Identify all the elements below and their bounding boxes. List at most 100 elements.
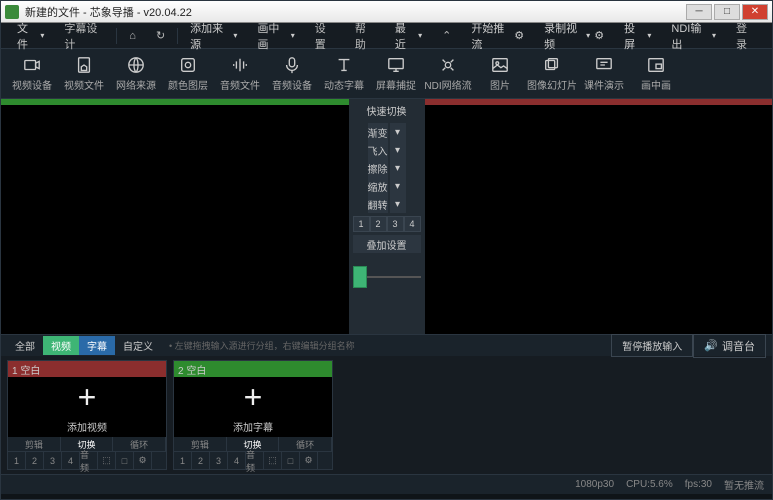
transition-slider[interactable] bbox=[353, 262, 421, 292]
src-btm-⚙[interactable]: ⚙ bbox=[134, 452, 152, 469]
src-btm-1[interactable]: 1 bbox=[8, 452, 26, 469]
audio-icon bbox=[231, 56, 249, 74]
preset-2[interactable]: 2 bbox=[370, 216, 387, 232]
status-resolution: 1080p30 bbox=[575, 479, 614, 490]
tool-screen[interactable]: 屏幕捕捉 bbox=[371, 51, 421, 97]
status-fps: fps:30 bbox=[685, 479, 712, 490]
overlay-settings-button[interactable]: 叠加设置 bbox=[353, 235, 421, 253]
menu-ndi[interactable]: NDI输出▾ bbox=[661, 23, 726, 48]
src-btm-2[interactable]: 2 bbox=[192, 452, 210, 469]
tab-hint: • 左键拖拽输入源进行分组，右键编辑分组名称 bbox=[169, 339, 355, 352]
transition-擦除[interactable]: 擦除 bbox=[368, 159, 388, 177]
src-ctrl-循环[interactable]: 循环 bbox=[113, 437, 166, 451]
program-pane[interactable] bbox=[425, 99, 773, 334]
menu-cast[interactable]: 投屏▾ bbox=[614, 23, 661, 48]
status-cpu: CPU:5.6% bbox=[626, 479, 673, 490]
camera-icon bbox=[23, 56, 41, 74]
tool-camera[interactable]: 视频设备 bbox=[7, 51, 57, 97]
src-btm-3[interactable]: 3 bbox=[210, 452, 228, 469]
sources-panel: 1 空白+添加视频剪辑切换循环1234音频⬚□⚙2 空白+添加字幕剪辑切换循环1… bbox=[1, 356, 772, 474]
preset-1[interactable]: 1 bbox=[353, 216, 370, 232]
menu-login[interactable]: 登录 bbox=[726, 23, 766, 48]
tool-pip[interactable]: 画中画 bbox=[631, 51, 681, 97]
transition-缩放-dropdown[interactable]: ▾ bbox=[390, 177, 406, 195]
menu-refresh[interactable]: ↻ bbox=[146, 23, 175, 48]
src-btm-⬚[interactable]: ⬚ bbox=[98, 452, 116, 469]
menu-subtitle-design[interactable]: 字幕设计 bbox=[54, 23, 114, 48]
window-title: 新建的文件 - 芯象导播 - v20.04.22 bbox=[25, 4, 684, 20]
transition-渐变-dropdown[interactable]: ▾ bbox=[390, 123, 406, 141]
ppt-icon bbox=[595, 56, 613, 74]
transition-翻转[interactable]: 翻转 bbox=[368, 195, 388, 213]
plus-icon: + bbox=[78, 381, 97, 413]
tab-video[interactable]: 视频 bbox=[43, 336, 79, 355]
menu-start-stream[interactable]: 开始推流⚙ bbox=[461, 23, 534, 48]
maximize-button[interactable]: □ bbox=[714, 4, 740, 20]
src-ctrl-循环[interactable]: 循环 bbox=[279, 437, 332, 451]
mixer-button[interactable]: 🔊调音台 bbox=[693, 334, 766, 358]
transition-渐变[interactable]: 渐变 bbox=[368, 123, 388, 141]
transition-缩放[interactable]: 缩放 bbox=[368, 177, 388, 195]
src-ctrl-剪辑[interactable]: 剪辑 bbox=[174, 437, 227, 451]
menu-add-source[interactable]: 添加来源▾ bbox=[180, 23, 247, 48]
status-stream: 暂无推流 bbox=[724, 477, 764, 492]
menu-home[interactable]: ⌂ bbox=[119, 23, 146, 48]
menu-file[interactable]: 文件▾ bbox=[7, 23, 54, 48]
src-btm-□[interactable]: □ bbox=[116, 452, 134, 469]
plus-icon: + bbox=[244, 381, 263, 413]
minimize-button[interactable]: ─ bbox=[686, 4, 712, 20]
src-btm-3[interactable]: 3 bbox=[44, 452, 62, 469]
src-btm-⬚[interactable]: ⬚ bbox=[264, 452, 282, 469]
tool-mic[interactable]: 音频设备 bbox=[267, 51, 317, 97]
src-btm-1[interactable]: 1 bbox=[174, 452, 192, 469]
menu-more[interactable]: ⌃ bbox=[432, 23, 461, 48]
tab-all[interactable]: 全部 bbox=[7, 336, 43, 355]
source-tabs: 全部 视频 字幕 自定义 • 左键拖拽输入源进行分组，右键编辑分组名称 暂停播放… bbox=[1, 334, 772, 356]
tool-ndi[interactable]: NDI网络流 bbox=[423, 51, 473, 97]
menu-settings[interactable]: 设置 bbox=[305, 23, 345, 48]
preset-4[interactable]: 4 bbox=[404, 216, 421, 232]
image-icon bbox=[491, 56, 509, 74]
tab-subtitle[interactable]: 字幕 bbox=[79, 336, 115, 355]
menu-help[interactable]: 帮助 bbox=[345, 23, 385, 48]
color-icon bbox=[179, 56, 197, 74]
transition-擦除-dropdown[interactable]: ▾ bbox=[390, 159, 406, 177]
ndi-icon bbox=[439, 56, 457, 74]
transition-飞入-dropdown[interactable]: ▾ bbox=[390, 141, 406, 159]
src-btm-2[interactable]: 2 bbox=[26, 452, 44, 469]
tool-color[interactable]: 颜色图层 bbox=[163, 51, 213, 97]
tool-image[interactable]: 图片 bbox=[475, 51, 525, 97]
close-button[interactable]: ✕ bbox=[742, 4, 768, 20]
source-add[interactable]: +添加视频 bbox=[8, 377, 166, 437]
menu-record[interactable]: 录制视频▾⚙ bbox=[534, 23, 614, 48]
tab-custom[interactable]: 自定义 bbox=[115, 336, 161, 355]
screen-icon bbox=[387, 56, 405, 74]
tool-audio[interactable]: 音频文件 bbox=[215, 51, 265, 97]
src-btm-音频[interactable]: 音频 bbox=[246, 452, 264, 469]
source-header: 1 空白 bbox=[8, 361, 166, 377]
app-icon bbox=[5, 5, 19, 19]
tool-globe[interactable]: 网络来源 bbox=[111, 51, 161, 97]
src-btm-4[interactable]: 4 bbox=[228, 452, 246, 469]
globe-icon bbox=[127, 56, 145, 74]
preset-3[interactable]: 3 bbox=[387, 216, 404, 232]
tool-file[interactable]: 视频文件 bbox=[59, 51, 109, 97]
src-btm-⚙[interactable]: ⚙ bbox=[300, 452, 318, 469]
preview-pane[interactable] bbox=[1, 99, 349, 334]
menu-recent[interactable]: 最近▾ bbox=[385, 23, 432, 48]
text-icon bbox=[335, 56, 353, 74]
transition-翻转-dropdown[interactable]: ▾ bbox=[390, 195, 406, 213]
src-btm-4[interactable]: 4 bbox=[62, 452, 80, 469]
source-add[interactable]: +添加字幕 bbox=[174, 377, 332, 437]
transition-presets: 1234 bbox=[353, 216, 421, 232]
transition-飞入[interactable]: 飞入 bbox=[368, 141, 388, 159]
src-ctrl-剪辑[interactable]: 剪辑 bbox=[8, 437, 61, 451]
tool-slides[interactable]: 图像幻灯片 bbox=[527, 51, 577, 97]
src-btm-□[interactable]: □ bbox=[282, 452, 300, 469]
tool-text[interactable]: 动态字幕 bbox=[319, 51, 369, 97]
src-btm-音频[interactable]: 音频 bbox=[80, 452, 98, 469]
pause-input-button[interactable]: 暂停播放输入 bbox=[611, 334, 693, 357]
transition-panel: 快速切换 渐变▾飞入▾擦除▾缩放▾翻转▾ 1234 叠加设置 bbox=[349, 99, 425, 334]
menu-pip[interactable]: 画中画▾ bbox=[247, 23, 304, 48]
tool-ppt[interactable]: 课件演示 bbox=[579, 51, 629, 97]
